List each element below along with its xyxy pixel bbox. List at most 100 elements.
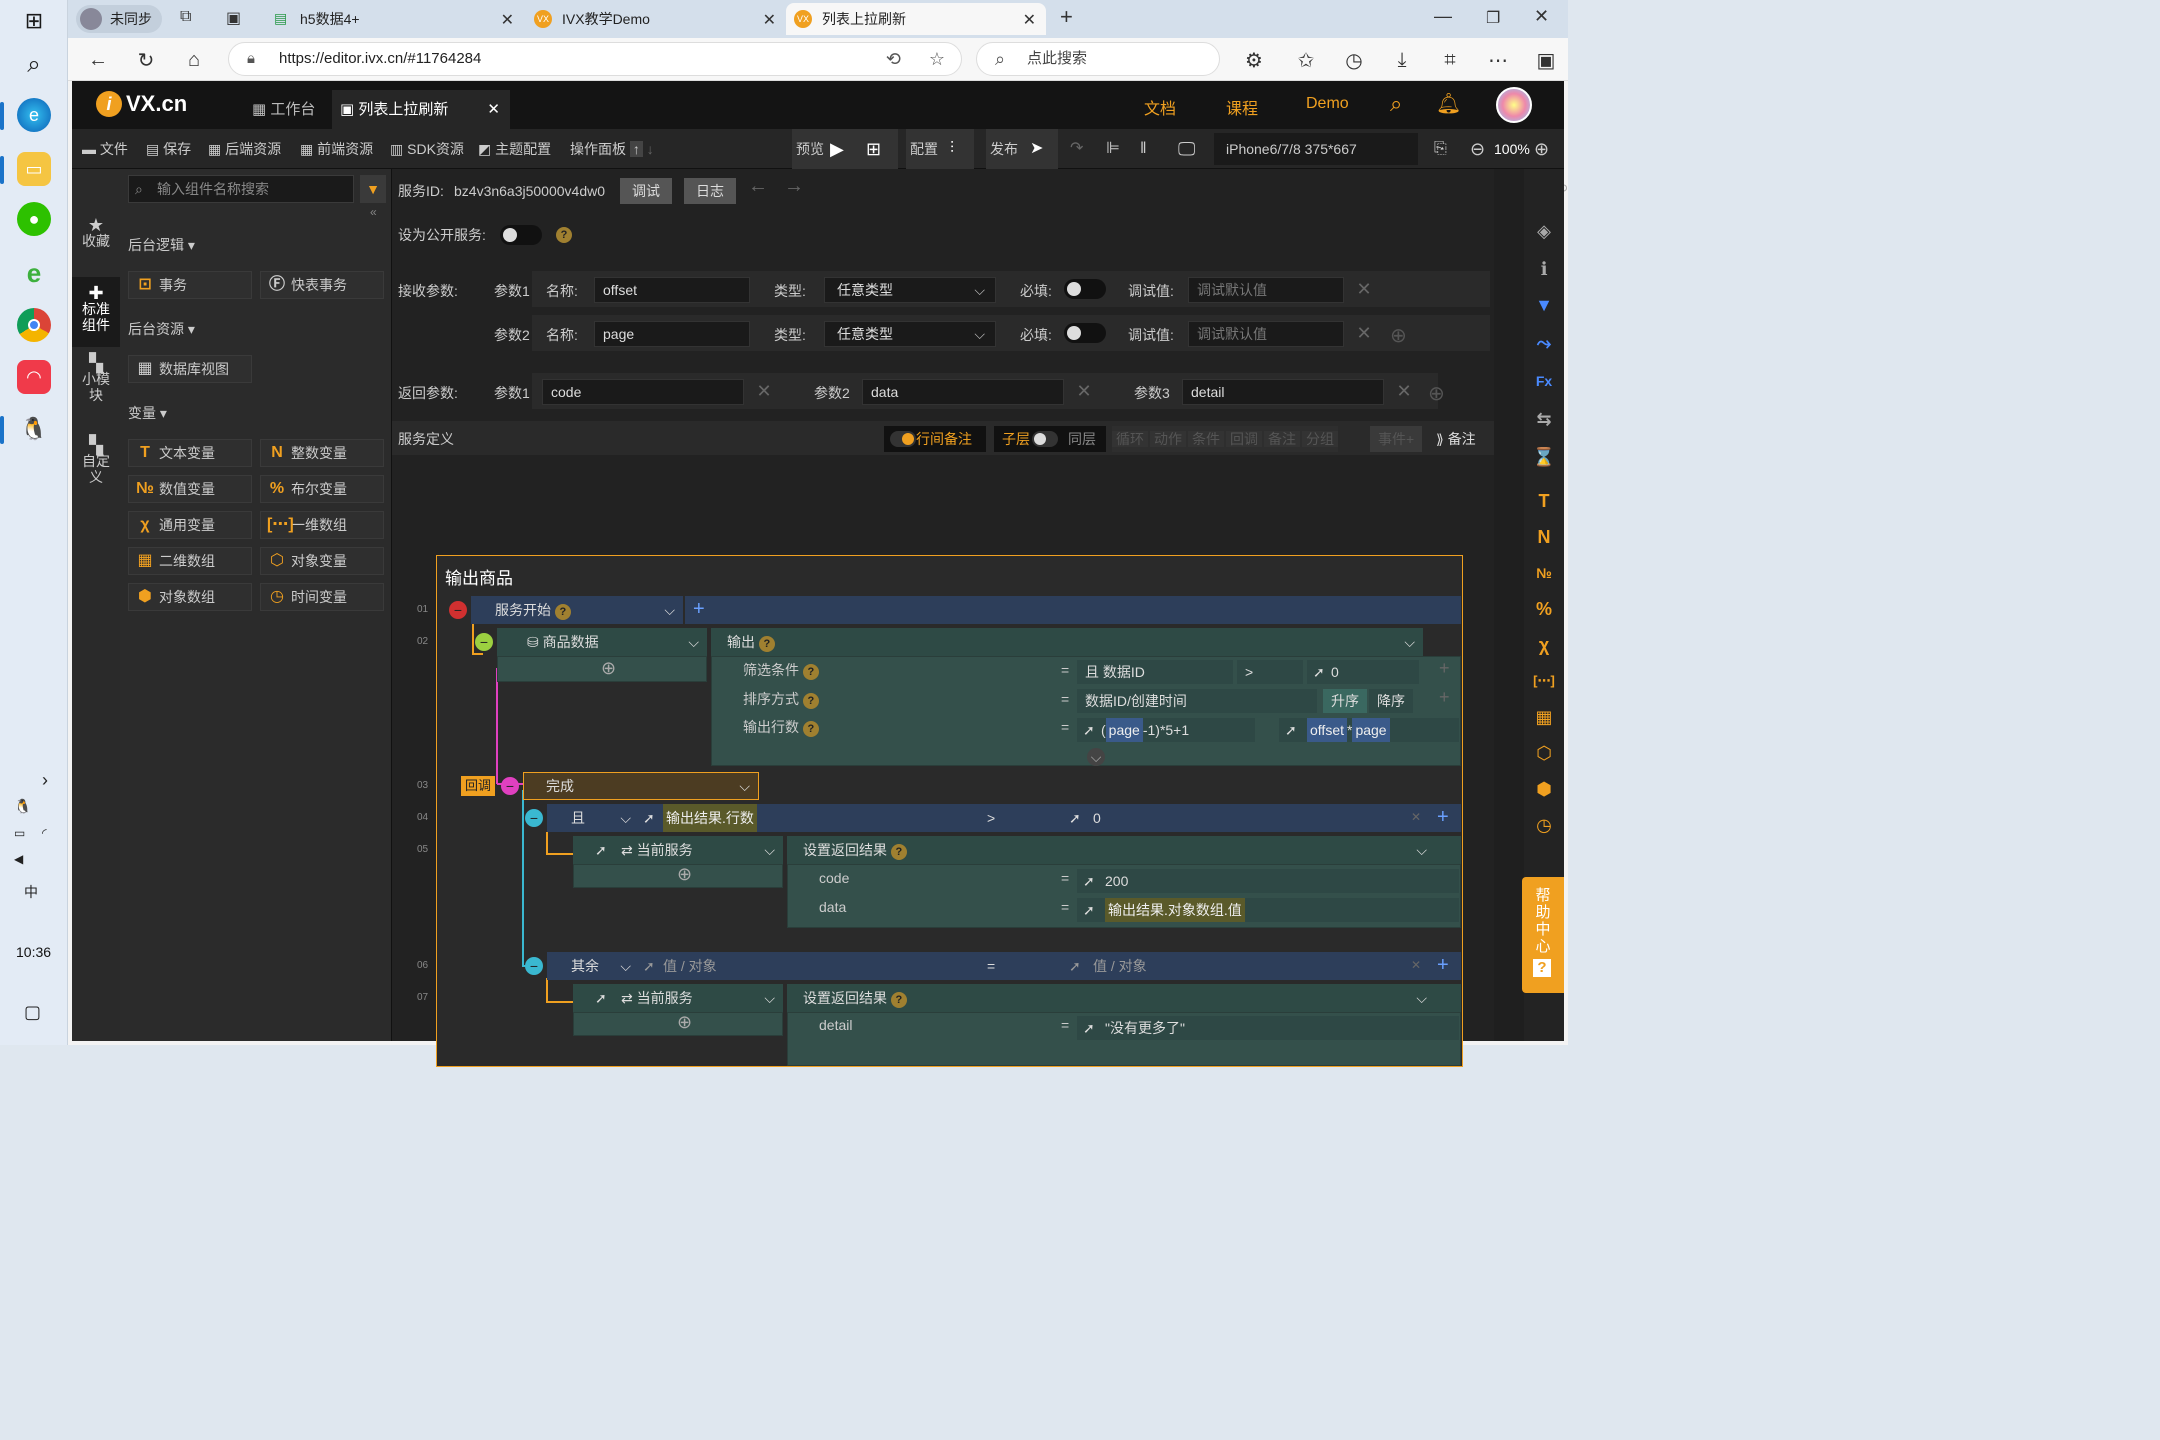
publish-button[interactable]: 发布 ➤ [986, 129, 1058, 169]
return-param-input[interactable]: detail [1182, 379, 1384, 405]
minimize-icon[interactable]: — [1434, 6, 1452, 27]
component-generic-var[interactable]: χ 通用变量 [128, 511, 252, 539]
layers-icon[interactable]: ◈ [1530, 217, 1558, 245]
section-backend-resource[interactable]: 后台资源 ▾ [128, 319, 195, 339]
rail-favorites[interactable]: ★ 收藏 [72, 216, 120, 249]
tab-workbench[interactable]: ▦ 工作台 [242, 90, 330, 129]
browser-tab-active[interactable]: VX 列表上拉刷新 ✕ [786, 3, 1046, 35]
forward-icon[interactable]: → [784, 175, 804, 198]
param-type-select[interactable]: 任意类型 [824, 277, 996, 303]
config-button[interactable]: 配置 ⫶ [906, 129, 974, 169]
close-icon[interactable]: ✕ [763, 10, 776, 30]
help-icon[interactable]: ? [556, 227, 572, 243]
add-icon[interactable]: + [1437, 952, 1449, 978]
add-icon[interactable]: ⊕ [601, 658, 616, 679]
filter-icon[interactable]: ▼ [360, 175, 386, 203]
add-icon[interactable]: ⊕ [677, 1012, 692, 1033]
cond-op-select[interactable]: = [983, 952, 1057, 980]
condition-button[interactable]: 条件 [1188, 431, 1224, 447]
section-variables[interactable]: 变量 ▾ [128, 403, 167, 423]
component-num-var[interactable]: № 数值变量 [128, 475, 252, 503]
cond-right-field[interactable]: ➚ 值 / 对象 [1065, 952, 1401, 980]
param-name-input[interactable]: offset [594, 277, 750, 303]
section-backend-logic[interactable]: 后台逻辑 ▾ [128, 235, 195, 255]
qq-icon[interactable]: 🐧 [17, 412, 51, 446]
component-transaction[interactable]: ⊡ 事务 [128, 271, 252, 299]
browser-tab-ivx-demo[interactable]: VX IVX教学Demo ✕ [526, 3, 786, 35]
component-object-array[interactable]: ⬢ 对象数组 [128, 583, 252, 611]
close-icon[interactable]: ✕ [501, 10, 514, 30]
collapse-icon[interactable]: − [449, 601, 467, 619]
sort-desc-button[interactable]: 降序 [1369, 689, 1413, 713]
chevron-down-icon[interactable]: ⌵ [1416, 984, 1427, 1012]
return-value-field[interactable]: ➚ 输出结果.对象数组.值 [1077, 898, 1459, 922]
num-var-icon[interactable]: № [1530, 559, 1558, 587]
return-value-field[interactable]: ➚ "没有更多了" [1077, 1016, 1459, 1040]
save-button[interactable]: ▤ 保存 [146, 129, 191, 169]
chevron-down-icon[interactable]: ⌵ [764, 836, 775, 864]
expand-icon[interactable]: ⌵ [1087, 748, 1105, 766]
wifi-icon[interactable]: ◜ [42, 826, 47, 840]
service-start-row[interactable]: 服务开始 ? ⌵ [471, 596, 683, 624]
int-var-icon[interactable]: N [1530, 523, 1558, 551]
header-link-docs[interactable]: 文档 [1144, 95, 1176, 119]
arrow-up-icon[interactable]: ↑ [629, 141, 643, 157]
return-param-input[interactable]: data [862, 379, 1064, 405]
browser-tab-h5[interactable]: ▤ h5数据4+ ✕ [264, 3, 524, 35]
zoom-in-icon[interactable]: ⊕ [1534, 129, 1549, 169]
favorites-icon[interactable]: ✩ [1292, 46, 1320, 74]
component-db-view[interactable]: ▦ 数据库视图 [128, 355, 252, 383]
restore-icon[interactable]: ❐ [1486, 8, 1500, 28]
qq-tray-icon[interactable]: 🐧 [14, 798, 31, 815]
param-name-input[interactable]: page [594, 321, 750, 347]
ops-panel-button[interactable]: 操作面板 ↑ ↓ [570, 129, 654, 169]
screenshot-icon[interactable]: ⎘ [1434, 129, 1447, 169]
distribute-icon[interactable]: ‖ [1140, 129, 1147, 169]
refresh-icon[interactable]: ↻ [132, 46, 160, 74]
chevron-down-icon[interactable]: ⌵ [1416, 836, 1427, 864]
filter-value-field[interactable]: ➚ 0 [1307, 660, 1419, 684]
edge-icon[interactable]: e [17, 98, 51, 132]
theme-config-button[interactable]: ◩ 主题配置 [478, 129, 551, 169]
screenshot-icon[interactable]: ⌗ [1436, 46, 1464, 74]
back-icon[interactable]: ← [84, 46, 112, 74]
target-row[interactable]: ➚ ⇄ 当前服务 ⌵ [573, 984, 783, 1012]
data-row[interactable]: ⛁ 商品数据 ⌵ [497, 628, 707, 656]
tab-actions-icon[interactable]: ▣ [226, 8, 241, 28]
remove-return-icon[interactable]: ✕ [1074, 381, 1094, 401]
chevron-right-icon[interactable]: › [42, 770, 48, 791]
collapse-icon[interactable]: − [501, 777, 519, 795]
array-1d-icon[interactable]: [⋯] [1530, 667, 1558, 695]
generic-var-icon[interactable]: χ [1530, 631, 1558, 659]
translate-icon[interactable]: ⟲ [886, 43, 901, 75]
chevron-down-icon[interactable]: ⌵ [688, 628, 699, 656]
backend-resource-button[interactable]: ▦ 后端资源 [208, 129, 281, 169]
help-icon[interactable]: ? [890, 844, 907, 860]
favorite-star-icon[interactable]: ☆ [929, 43, 945, 75]
help-icon[interactable]: ? [802, 664, 819, 680]
debug-button[interactable]: 调试 [620, 178, 672, 204]
search-icon[interactable]: ⌕ [1390, 91, 1402, 117]
sort-field-select[interactable]: 数据ID/创建时间 [1077, 689, 1317, 713]
add-return-icon[interactable]: ⊕ [1428, 381, 1445, 406]
app-icon[interactable]: ◠ [17, 360, 51, 394]
callback-button[interactable]: 回调 [1226, 431, 1262, 447]
event-button[interactable]: 事件+ [1370, 426, 1422, 452]
cond-op-select[interactable]: > [983, 804, 1057, 832]
remove-return-icon[interactable]: ✕ [754, 381, 774, 401]
hourglass-icon[interactable]: ⌛ [1530, 443, 1558, 471]
home-icon[interactable]: ⌂ [180, 46, 208, 74]
add-icon[interactable]: + [693, 596, 705, 622]
close-icon[interactable]: ✕ [1023, 10, 1036, 30]
swap-icon[interactable]: ⇆ [1530, 405, 1558, 433]
back-icon[interactable]: ← [748, 175, 768, 198]
add-param-icon[interactable]: ⊕ [1390, 323, 1407, 348]
object-var-icon[interactable]: ⬡ [1530, 739, 1558, 767]
ie-icon[interactable]: e [17, 256, 51, 290]
remove-param-icon[interactable]: ✕ [1354, 323, 1374, 343]
help-icon[interactable]: ? [554, 604, 571, 620]
close-icon[interactable]: ✕ [487, 90, 500, 129]
component-fast-transaction[interactable]: Ⓕ 快表事务 [260, 271, 384, 299]
close-window-icon[interactable]: ✕ [1534, 6, 1549, 27]
group-button[interactable]: 分组 [1302, 431, 1338, 447]
